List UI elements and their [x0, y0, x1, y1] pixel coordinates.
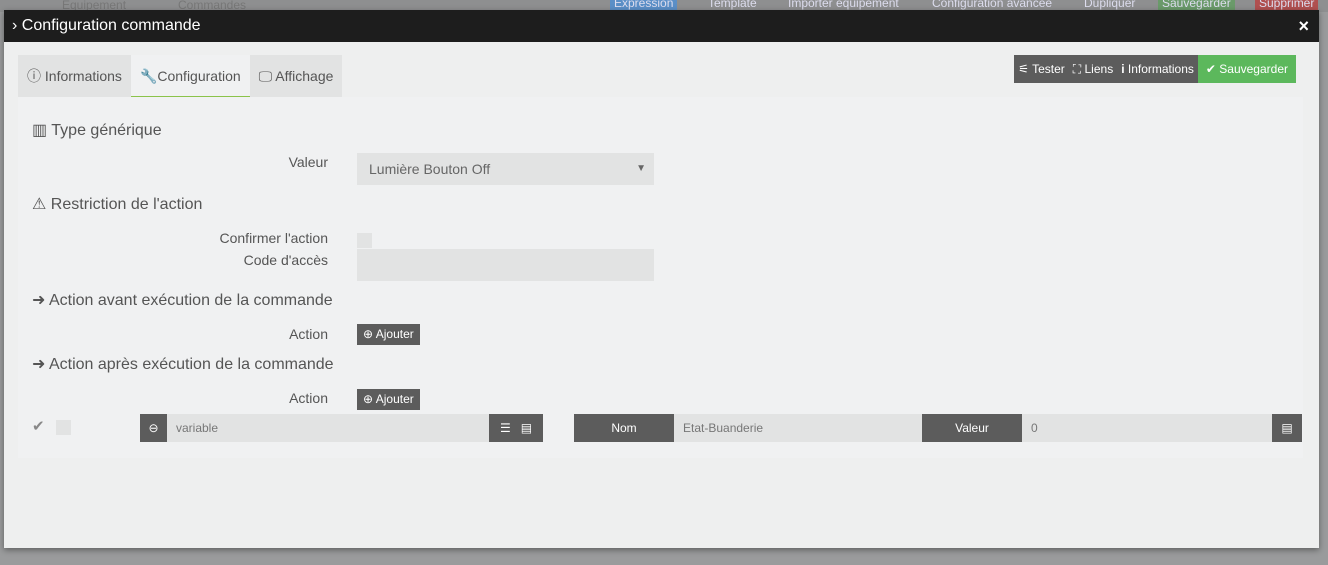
- enable-checkbox[interactable]: ✔: [32, 417, 45, 435]
- tab-label: Configuration: [157, 68, 241, 84]
- label: Sauvegarder: [1219, 62, 1288, 76]
- command-buttons: ☰ ▤: [489, 414, 543, 442]
- check-circle-icon: ✔: [1205, 62, 1220, 76]
- bg-template-button: Template: [708, 0, 757, 10]
- add-before-button[interactable]: ⊕ Ajouter: [357, 324, 420, 345]
- value-label: Valeur: [288, 154, 328, 170]
- heading-text: Action avant exécution de la commande: [48, 292, 333, 309]
- remove-action-button[interactable]: ⊖: [140, 414, 167, 442]
- valeur-label: Valeur: [922, 414, 1022, 442]
- bg-duplicate-button: Dupliquer: [1084, 0, 1136, 10]
- plus-circle-icon: ⊕: [363, 392, 376, 406]
- confirm-label: Confirmer l'action: [219, 230, 329, 246]
- config-panel: ▥ Type générique Valeur Lumière Bouton O…: [18, 97, 1303, 458]
- plus-circle-icon: ⊕: [363, 327, 376, 341]
- label: Informations: [1127, 62, 1194, 76]
- test-button[interactable]: ⚟ Tester: [1014, 55, 1069, 83]
- chevron-right-icon: ›: [12, 17, 22, 34]
- sign-out-icon: ➜: [32, 356, 49, 373]
- config-modal: › Configuration commande × ⓘ Information…: [4, 10, 1319, 548]
- label: Ajouter: [375, 327, 414, 341]
- after-heading: ➜ Action après exécution de la commande: [32, 354, 334, 374]
- nom-label: Nom: [574, 414, 674, 442]
- save-button[interactable]: ✔ Sauvegarder: [1197, 55, 1296, 83]
- label: Ajouter: [375, 392, 414, 406]
- action-label: Action: [289, 390, 328, 406]
- generic-type-heading: ▥ Type générique: [32, 120, 162, 140]
- tab-configuration[interactable]: 🔧Configuration: [130, 55, 250, 97]
- info-circle-icon: ⓘ: [27, 68, 45, 84]
- heading-text: Restriction de l'action: [50, 196, 203, 213]
- label: Liens: [1084, 62, 1114, 76]
- monitor-icon: 🖵: [258, 68, 276, 84]
- access-code-input[interactable]: [357, 249, 654, 281]
- bg-advanced-button: Configuration avancée: [932, 0, 1053, 10]
- bg-delete-button: Supprimer: [1255, 0, 1319, 10]
- info-icon: i: [1121, 62, 1128, 76]
- bg-expression-button: Expression: [610, 0, 678, 10]
- generic-type-select[interactable]: Lumière Bouton Off ▼: [357, 153, 654, 185]
- wrench-icon: 🔧: [139, 68, 158, 84]
- tasks-icon[interactable]: ☰: [500, 421, 511, 435]
- value-input[interactable]: 0: [1022, 414, 1272, 442]
- name-input[interactable]: Etat-Buanderie: [674, 414, 922, 442]
- links-button[interactable]: ⛶ Liens: [1068, 55, 1118, 83]
- caret-down-icon: ▼: [636, 163, 646, 174]
- restriction-heading: ⚠ Restriction de l'action: [32, 194, 202, 214]
- info-button[interactable]: i Informations: [1117, 55, 1198, 83]
- building-icon: ▥: [32, 122, 52, 139]
- tab-affichage[interactable]: 🖵 Affichage: [249, 55, 343, 97]
- heading-text: Action après exécution de la commande: [48, 356, 334, 373]
- tab-label: Affichage: [275, 68, 334, 84]
- tab-informations[interactable]: ⓘ Informations: [18, 55, 131, 97]
- code-label: Code d'accès: [243, 252, 328, 268]
- modal-header: › Configuration commande ×: [4, 10, 1319, 42]
- minus-circle-icon: ⊖: [148, 421, 159, 435]
- bg-import-button: Importer équipement: [788, 0, 899, 10]
- modal-title: Configuration commande: [21, 17, 201, 34]
- before-heading: ➜ Action avant exécution de la commande: [32, 290, 333, 310]
- links-icon: ⛶: [1072, 62, 1085, 76]
- rss-icon: ⚟: [1018, 62, 1033, 76]
- bg-save-button: Sauvegarder: [1158, 0, 1235, 10]
- action-label: Action: [289, 326, 328, 342]
- select-value-button[interactable]: ▤: [1272, 414, 1302, 442]
- label: Tester: [1032, 62, 1065, 76]
- select-value: Lumière Bouton Off: [369, 161, 491, 177]
- close-button[interactable]: ×: [1298, 10, 1309, 42]
- add-after-button[interactable]: ⊕ Ajouter: [357, 389, 420, 410]
- background-checkbox[interactable]: [56, 420, 71, 435]
- list-alt-icon: ▤: [1281, 421, 1293, 435]
- tab-label: Informations: [44, 68, 122, 84]
- command-input[interactable]: variable: [167, 414, 489, 442]
- list-alt-icon[interactable]: ▤: [521, 421, 532, 435]
- sign-out-icon: ➜: [32, 292, 49, 309]
- confirm-checkbox[interactable]: [357, 233, 372, 248]
- warning-icon: ⚠: [32, 196, 51, 213]
- heading-text: Type générique: [51, 122, 162, 139]
